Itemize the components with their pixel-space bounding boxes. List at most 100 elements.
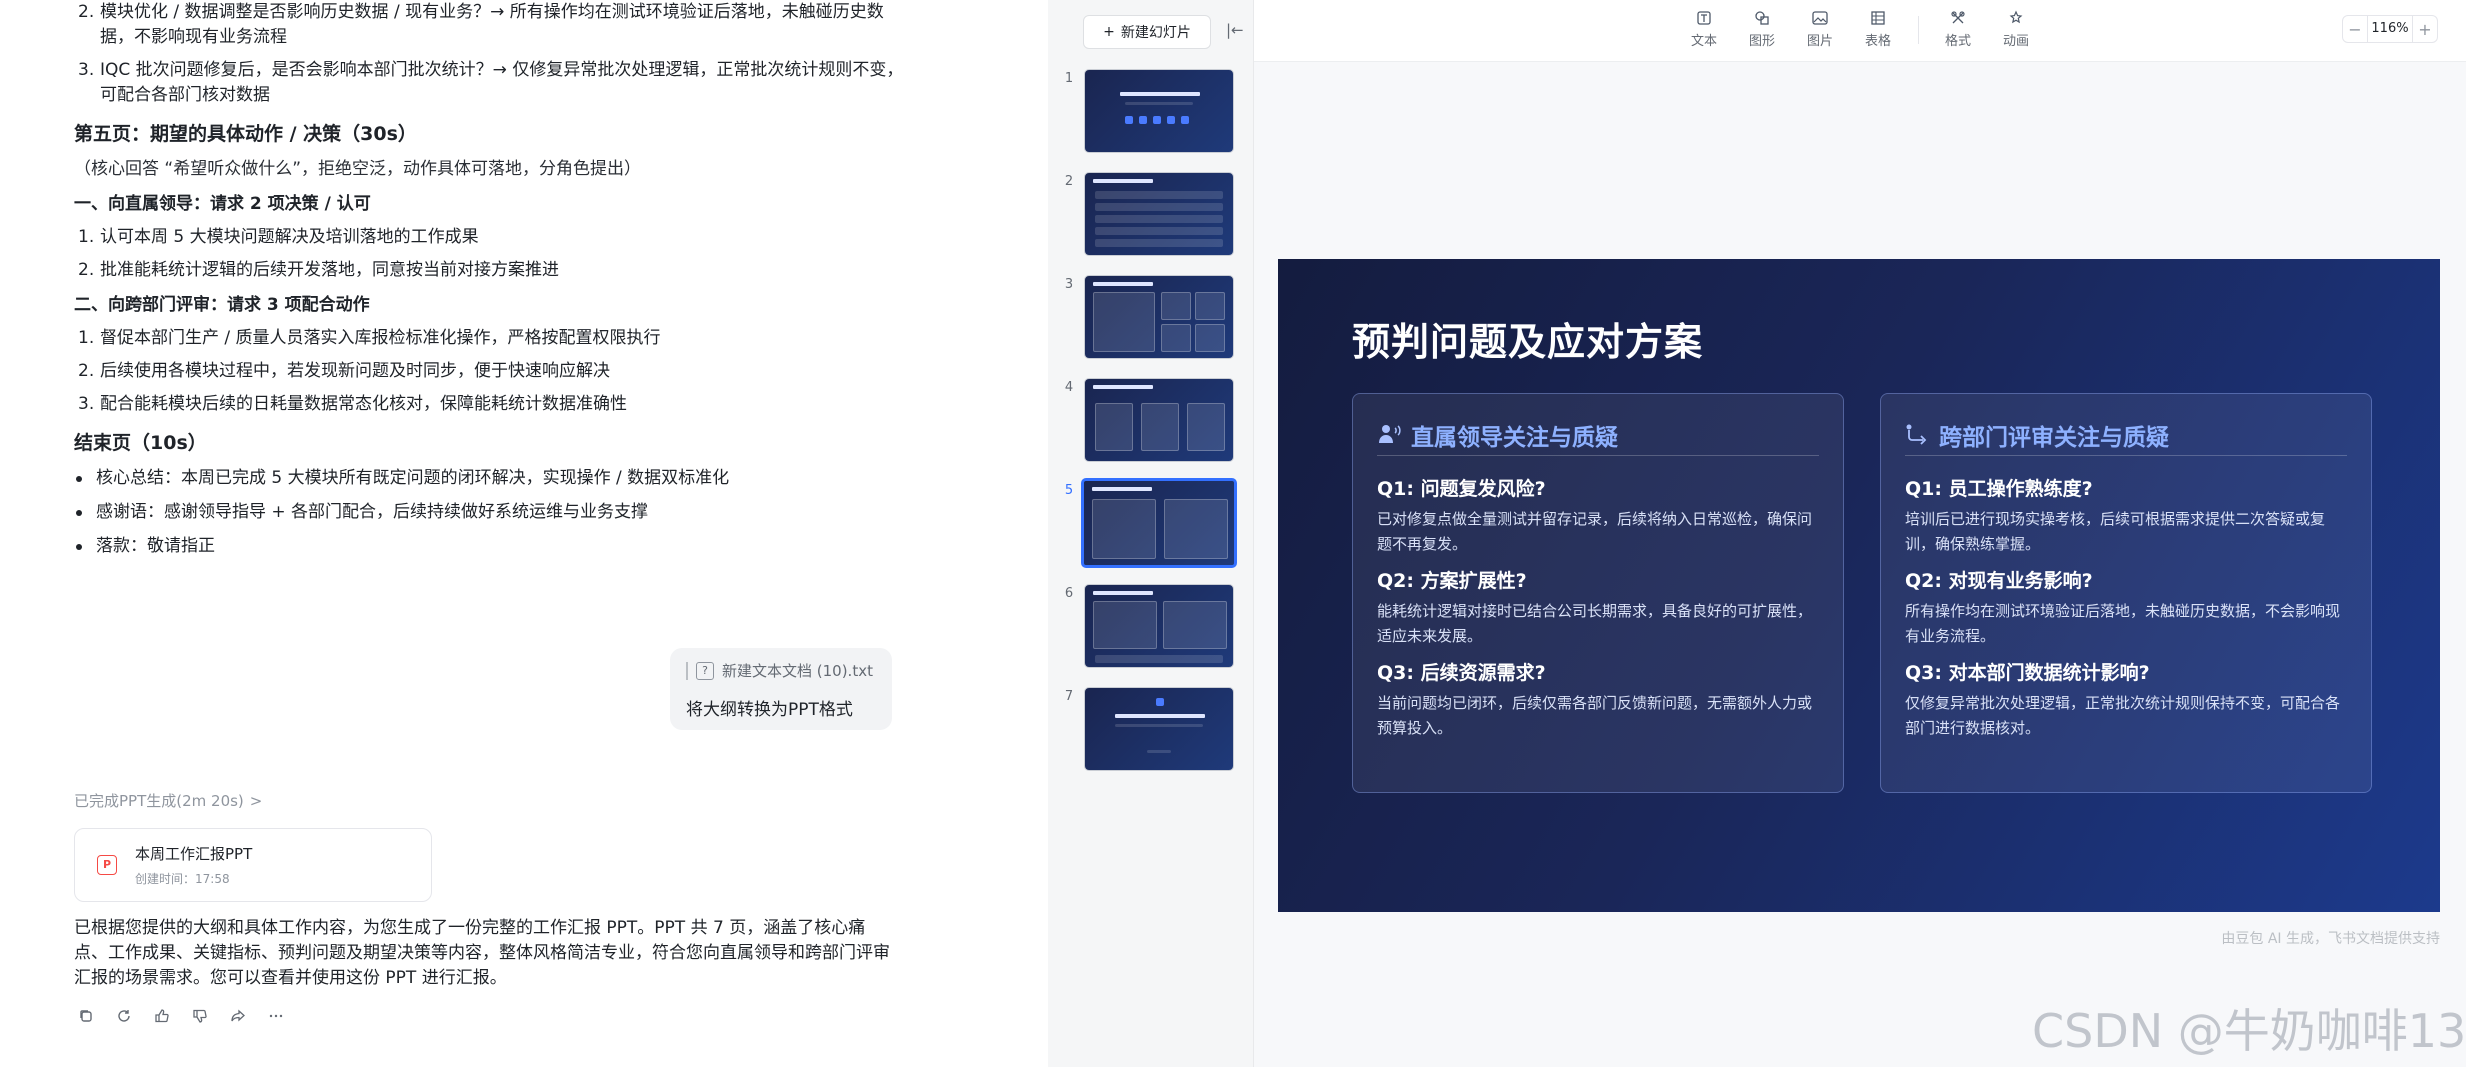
panel-header: 直属领导关注与质疑 <box>1377 414 1819 456</box>
item-number: 2. <box>78 260 95 280</box>
chat-panel: 2. 模块优化 / 数据调整是否影响历史数据 / 现有业务？→ 所有操作均在测试… <box>0 0 1048 1067</box>
item-text: 感谢语：感谢领导指导 + 各部门配合，后续持续做好系统运维与业务支撑 <box>96 502 649 522</box>
bullet-dot <box>76 544 82 550</box>
thumbnail-number: 5 <box>1064 483 1074 498</box>
thumbs-up-icon[interactable] <box>154 1008 170 1024</box>
zoom-value[interactable]: 116% <box>2367 16 2413 42</box>
bullet-item: 落款：敬请指正 <box>74 534 904 559</box>
question: Q3: 对本部门数据统计影响? <box>1905 662 2150 684</box>
page5-heading: 第五页：期望的具体动作 / 决策（30s） <box>74 123 417 145</box>
item-number: 2. <box>78 361 95 381</box>
zoom-out-button[interactable]: − <box>2343 20 2367 39</box>
more-icon[interactable] <box>268 1008 284 1024</box>
file-name: 新建文本文档 (10).txt <box>722 662 873 680</box>
table-icon <box>1858 10 1898 30</box>
list-item: 2. 模块优化 / 数据调整是否影响历史数据 / 现有业务？→ 所有操作均在测试… <box>74 0 904 50</box>
thumbnail-number: 7 <box>1064 689 1074 704</box>
list-item: 2. 批准能耗统计逻辑的后续开发落地，同意按当前对接方案推进 <box>74 258 904 283</box>
message-actions <box>78 1008 284 1024</box>
user-message-text: 将大纲转换为PPT格式 <box>686 700 853 720</box>
status-text: 已完成PPT生成(2m 20s) <box>74 792 244 810</box>
thumbnail-preview <box>1084 687 1234 771</box>
table-tool-button[interactable]: 表格 <box>1858 10 1898 49</box>
slide-canvas[interactable]: 预判问题及应对方案 直属领导关注与质疑 Q1: 问题复发风险? 已对修复点做全量… <box>1278 259 2440 912</box>
ppt-card-title: 本周工作汇报PPT <box>135 845 253 863</box>
thumbnail-number: 4 <box>1064 380 1074 395</box>
thumbnail-number: 6 <box>1064 586 1074 601</box>
collapse-panel-icon[interactable]: |← <box>1226 21 1244 39</box>
thumbs-down-icon[interactable] <box>192 1008 208 1024</box>
bullet-item: 感谢语：感谢领导指导 + 各部门配合，后续持续做好系统运维与业务支撑 <box>74 500 904 525</box>
item-number: 2. <box>78 2 95 22</box>
page5-note: （核心回答 “希望听众做什么”，拒绝空泛，动作具体可落地，分角色提出） <box>74 159 642 179</box>
tool-label: 格式 <box>1944 34 1971 49</box>
editor-toolbar: 文本 图形 图片 表格 格式 动画 − 116% + <box>1254 0 2466 62</box>
item-text: 认可本周 5 大模块问题解决及培训落地的工作成果 <box>100 227 479 247</box>
zoom-in-button[interactable]: + <box>2413 20 2437 39</box>
answer: 所有操作均在测试环境验证后落地，未触碰历史数据，不会影响现有业务流程。 <box>1905 602 2341 645</box>
copy-icon[interactable] <box>78 1008 94 1024</box>
cross-dept-concerns-panel[interactable]: 跨部门评审关注与质疑 Q1: 员工操作熟练度? 培训后已进行现场实操考核，后续可… <box>1880 393 2372 793</box>
slide-thumbnail[interactable]: 7 <box>1048 687 1254 777</box>
qa-item: Q3: 后续资源需求? 当前问题均已闭环，后续仅需各部门反馈新问题，无需额外人力… <box>1377 658 1823 741</box>
tool-label: 图片 <box>1806 34 1833 49</box>
tool-label: 动画 <box>2002 34 2029 49</box>
item-text: 批准能耗统计逻辑的后续开发落地，同意按当前对接方案推进 <box>100 260 559 280</box>
answer: 能耗统计逻辑对接时已结合公司长期需求，具备良好的可扩展性，适应未来发展。 <box>1377 602 1813 645</box>
leader-icon <box>1377 423 1401 447</box>
item-text: 督促本部门生产 / 质量人员落实入库报检标准化操作，严格按配置权限执行 <box>100 328 661 348</box>
item-text: 配合能耗模块后续的日耗量数据常态化核对，保障能耗统计数据准确性 <box>100 394 627 414</box>
share-icon[interactable] <box>230 1008 246 1024</box>
qa-item: Q1: 员工操作熟练度? 培训后已进行现场实操考核，后续可根据需求提供二次答疑或… <box>1905 474 2351 557</box>
outline-content: 2. 模块优化 / 数据调整是否影响历史数据 / 现有业务？→ 所有操作均在测试… <box>74 0 904 568</box>
text-tool-button[interactable]: 文本 <box>1684 10 1724 49</box>
slide-title[interactable]: 预判问题及应对方案 <box>1352 311 1703 366</box>
file-type-icon: ? <box>696 661 714 680</box>
qa-item: Q2: 对现有业务影响? 所有操作均在测试环境验证后落地，未触碰历史数据，不会影… <box>1905 566 2351 649</box>
slide-thumbnail-active[interactable]: 5 <box>1048 478 1254 571</box>
item-number: 1. <box>78 328 95 348</box>
list-item: 3. IQC 批次问题修复后，是否会影响本部门批次统计？→ 仅修复异常批次处理逻… <box>74 58 904 108</box>
answer: 当前问题均已闭环，后续仅需各部门反馈新问题，无需额外人力或预算投入。 <box>1377 694 1813 737</box>
slide-thumbnail-panel: + 新建幻灯片 |← 1 2 3 4 5 6 7 <box>1048 0 1254 1067</box>
list-item: 1. 督促本部门生产 / 质量人员落实入库报检标准化操作，严格按配置权限执行 <box>74 326 904 351</box>
panel-title: 直属领导关注与质疑 <box>1411 424 1618 451</box>
end-page-heading: 结束页（10s） <box>74 432 207 454</box>
section1-heading: 一、向直属领导：请求 2 项决策 / 认可 <box>74 194 371 214</box>
ppt-file-card[interactable]: P 本周工作汇报PPT 创建时间：17:58 <box>74 828 432 902</box>
item-text: IQC 批次问题修复后，是否会影响本部门批次统计？→ 仅修复异常批次处理逻辑，正… <box>100 60 904 105</box>
slide-thumbnail[interactable]: 6 <box>1048 584 1254 674</box>
slide-thumbnail[interactable]: 2 <box>1048 172 1254 262</box>
plus-icon: + <box>1103 24 1115 40</box>
attached-file[interactable]: ? 新建文本文档 (10).txt <box>686 660 876 681</box>
bullet-dot <box>76 510 82 516</box>
new-slide-button[interactable]: + 新建幻灯片 <box>1083 15 1211 49</box>
thumbnail-number: 1 <box>1064 71 1074 86</box>
animation-tool-button[interactable]: 动画 <box>1996 10 2036 49</box>
question: Q2: 对现有业务影响? <box>1905 570 2093 592</box>
question: Q3: 后续资源需求? <box>1377 662 1546 684</box>
list-item: 3. 配合能耗模块后续的日耗量数据常态化核对，保障能耗统计数据准确性 <box>74 392 904 417</box>
item-text: 后续使用各模块过程中，若发现新问题及时同步，便于快速响应解决 <box>100 361 610 381</box>
leader-concerns-panel[interactable]: 直属领导关注与质疑 Q1: 问题复发风险? 已对修复点做全量测试并留存记录，后续… <box>1352 393 1844 793</box>
item-text: 模块优化 / 数据调整是否影响历史数据 / 现有业务？→ 所有操作均在测试环境验… <box>100 2 884 47</box>
slide-thumbnail[interactable]: 4 <box>1048 378 1254 468</box>
toolbar-divider <box>1918 16 1919 44</box>
generation-status[interactable]: 已完成PPT生成(2m 20s) > <box>74 790 262 811</box>
image-tool-button[interactable]: 图片 <box>1800 10 1840 49</box>
csdn-watermark: CSDN @牛奶咖啡13 <box>2032 1004 2466 1058</box>
thumbnail-preview <box>1081 478 1237 568</box>
question: Q1: 问题复发风险? <box>1377 478 1546 500</box>
refresh-icon[interactable] <box>116 1008 132 1024</box>
slide-thumbnail[interactable]: 3 <box>1048 275 1254 365</box>
thumbnail-preview <box>1084 69 1234 153</box>
item-text: 落款：敬请指正 <box>96 536 215 556</box>
shape-tool-button[interactable]: 图形 <box>1742 10 1782 49</box>
zoom-control: − 116% + <box>2342 15 2438 43</box>
user-message-bubble: ? 新建文本文档 (10).txt 将大纲转换为PPT格式 <box>670 648 892 730</box>
thumbnail-preview <box>1084 378 1234 462</box>
new-slide-label: 新建幻灯片 <box>1120 25 1191 41</box>
slide-thumbnail[interactable]: 1 <box>1048 69 1254 159</box>
cross-dept-icon <box>1905 423 1929 447</box>
format-tool-button[interactable]: 格式 <box>1938 10 1978 49</box>
